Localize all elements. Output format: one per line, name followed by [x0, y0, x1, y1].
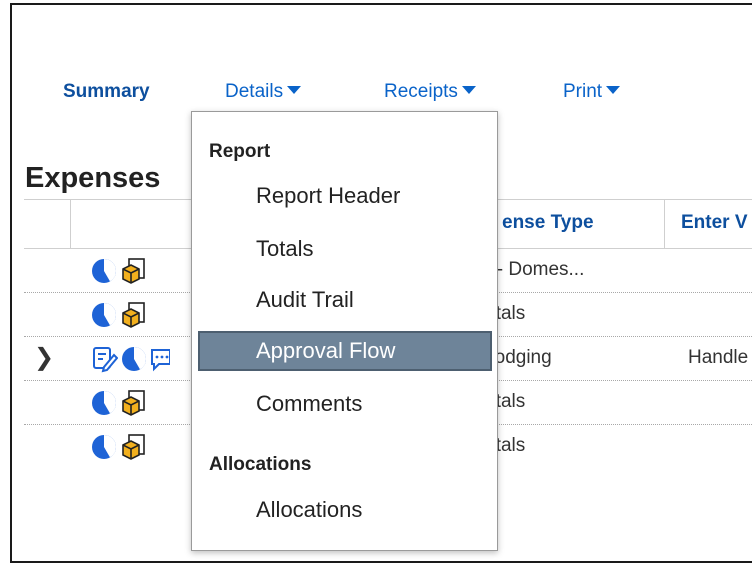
section-title: Expenses	[25, 162, 161, 194]
comment-icon[interactable]	[150, 345, 170, 373]
receipt-cube-icon[interactable]	[120, 433, 148, 461]
chevron-right-icon[interactable]: ❯	[34, 343, 54, 372]
menu-item-totals[interactable]: Totals	[198, 229, 492, 269]
receipts-menu[interactable]: Receipts	[384, 81, 476, 103]
receipt-cube-icon[interactable]	[120, 257, 148, 285]
menu-group-report: Report	[209, 141, 271, 162]
details-dropdown-menu: Report Report Header Totals Audit Trail …	[191, 111, 498, 551]
pie-chart-icon[interactable]	[90, 389, 118, 417]
receipts-label: Receipts	[384, 81, 458, 102]
edit-note-icon[interactable]	[90, 345, 118, 373]
menu-item-audit-trail[interactable]: Audit Trail	[198, 280, 492, 320]
print-menu[interactable]: Print	[563, 81, 621, 103]
column-expense-type[interactable]: ense Type	[502, 212, 594, 234]
receipt-cube-icon[interactable]	[120, 389, 148, 417]
pie-chart-icon[interactable]	[120, 345, 148, 373]
caret-down-icon	[461, 86, 476, 94]
menu-group-allocations: Allocations	[209, 454, 312, 475]
pie-chart-icon[interactable]	[90, 257, 118, 285]
column-enter-vendor[interactable]: Enter V	[681, 212, 748, 234]
menu-item-approval-flow[interactable]: Approval Flow	[198, 331, 492, 371]
details-menu[interactable]: Details	[225, 81, 302, 103]
pie-chart-icon[interactable]	[90, 301, 118, 329]
print-label: Print	[563, 81, 603, 102]
menu-item-comments[interactable]: Comments	[198, 384, 492, 424]
vendor-cell: Handle	[688, 347, 749, 368]
menu-item-report-header[interactable]: Report Header	[198, 176, 492, 216]
details-label: Details	[225, 81, 284, 102]
summary-link[interactable]: Summary	[63, 81, 150, 103]
caret-down-icon	[287, 86, 302, 94]
column-divider	[664, 200, 665, 248]
receipt-cube-icon[interactable]	[120, 301, 148, 329]
column-divider	[70, 200, 71, 248]
menu-item-allocations[interactable]: Allocations	[198, 490, 492, 530]
pie-chart-icon[interactable]	[90, 433, 118, 461]
caret-down-icon	[606, 86, 621, 94]
